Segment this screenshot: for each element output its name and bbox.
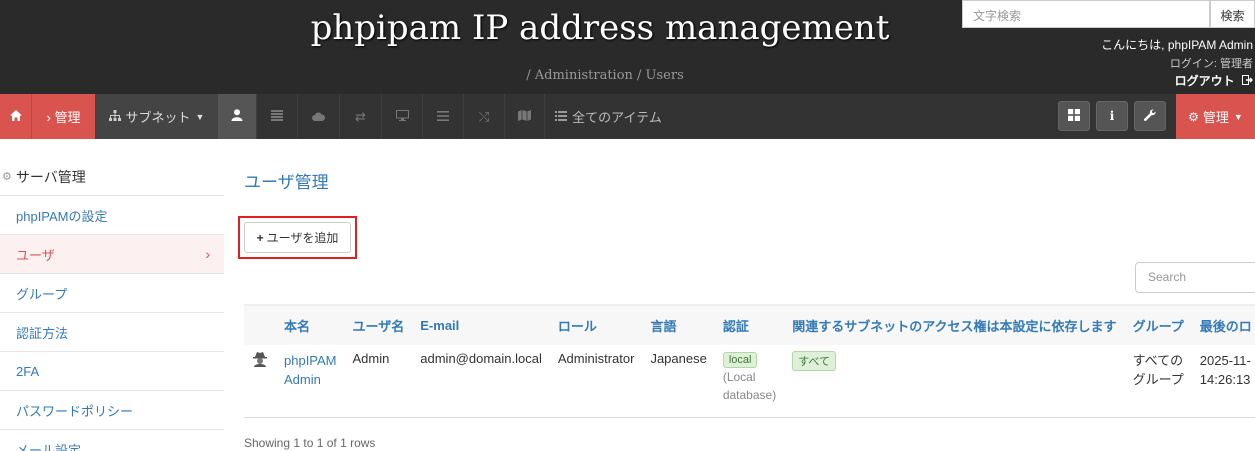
main-navbar: › 管理 サブネット ▼ ⇄ ⤭ 全てのアイテム i ⚙ 管理 ▼ bbox=[0, 94, 1255, 139]
last-login-time: 14:26:13 bbox=[1199, 372, 1251, 387]
nav-users[interactable] bbox=[218, 94, 256, 139]
nav-desktop[interactable] bbox=[381, 94, 422, 139]
auth-cell: local (Local database) bbox=[714, 345, 785, 418]
search-input[interactable]: 文字検索 bbox=[962, 0, 1210, 28]
real-name-cell[interactable]: phpIPAM Admin bbox=[276, 345, 345, 418]
sidebar-item-mail-settings[interactable]: メール設定 bbox=[0, 429, 224, 451]
cloud-icon bbox=[312, 109, 326, 124]
email-cell: admin@domain.local bbox=[412, 345, 550, 418]
nav-all-items[interactable]: 全てのアイテム bbox=[544, 94, 672, 139]
table-row: phpIPAM Admin Admin admin@domain.local A… bbox=[244, 345, 1255, 418]
nav-subnets-label: サブネット bbox=[125, 110, 191, 125]
col-avatar bbox=[244, 304, 276, 345]
col-real-name[interactable]: 本名 bbox=[276, 304, 345, 345]
nav-list[interactable] bbox=[422, 94, 463, 139]
real-name-link[interactable]: phpIPAM bbox=[284, 351, 337, 370]
cog-icon: ⚙ bbox=[1188, 109, 1199, 124]
col-subnet-permissions[interactable]: 関連するサブネットのアクセス権は本設定に依存します bbox=[784, 304, 1125, 345]
caret-down-icon: ▼ bbox=[1233, 111, 1243, 122]
avatar-cell bbox=[244, 345, 276, 418]
nav-admin-crumb[interactable]: › 管理 bbox=[31, 94, 95, 139]
plus-icon: + bbox=[256, 230, 264, 245]
users-table: 本名 ユーザ名 E-mail ロール 言語 認証 関連するサブネットのアクセス権… bbox=[244, 304, 1255, 418]
user-secret-icon bbox=[252, 352, 268, 370]
sidebar-item-settings[interactable]: phpIPAMの設定 bbox=[0, 195, 224, 234]
caret-down-icon: ▼ bbox=[195, 111, 205, 122]
sidebar-title: サーバ管理 bbox=[15, 168, 86, 185]
last-login-date: 2025-11- bbox=[1199, 353, 1251, 368]
sidebar-item-label: ユーザ bbox=[16, 247, 55, 263]
search-button[interactable]: 検索 bbox=[1210, 0, 1255, 28]
logout-link[interactable]: ログアウト bbox=[1175, 72, 1253, 89]
map-icon bbox=[518, 109, 531, 124]
groups-value: すべての bbox=[1132, 353, 1184, 368]
sitemap-icon bbox=[108, 109, 121, 124]
add-user-label: ユーザを追加 bbox=[266, 231, 339, 245]
col-groups[interactable]: グループ bbox=[1124, 304, 1192, 345]
sidebar-item-users[interactable]: ユーザ › bbox=[0, 234, 224, 273]
list-alt-icon bbox=[555, 109, 568, 124]
list-icon bbox=[437, 109, 449, 124]
subnet-perm-badge: すべて bbox=[792, 351, 836, 371]
last-login-cell: 2025-11- 14:26:13 bbox=[1191, 345, 1255, 418]
home-nav[interactable] bbox=[0, 94, 31, 139]
dashboard-button[interactable] bbox=[1058, 101, 1090, 131]
groups-value-line2: グループ bbox=[1132, 372, 1184, 387]
info-button[interactable]: i bbox=[1096, 101, 1128, 131]
col-auth[interactable]: 認証 bbox=[714, 304, 785, 345]
sidebar-item-password-policy[interactable]: パスワードポリシー bbox=[0, 390, 224, 429]
home-icon bbox=[9, 109, 22, 124]
random-icon: ⤭ bbox=[478, 108, 490, 124]
nav-random[interactable]: ⤭ bbox=[463, 94, 504, 139]
auth-detail-line2: database) bbox=[722, 388, 777, 402]
col-username[interactable]: ユーザ名 bbox=[344, 304, 413, 345]
col-last-login[interactable]: 最後のロ bbox=[1191, 304, 1255, 345]
tools-button[interactable] bbox=[1134, 101, 1166, 131]
desktop-icon bbox=[395, 109, 409, 124]
chevron-right-icon: › bbox=[205, 246, 210, 262]
pagination-info: Showing 1 to 1 of 1 rows bbox=[244, 436, 376, 450]
page-title: ユーザ管理 bbox=[244, 173, 329, 192]
user-icon bbox=[231, 109, 243, 124]
sign-out-icon bbox=[1242, 74, 1253, 88]
sidebar-item-auth-methods[interactable]: 認証方法 bbox=[0, 312, 224, 351]
role-cell: Administrator bbox=[549, 345, 643, 418]
add-user-button[interactable]: + ユーザを追加 bbox=[244, 222, 351, 253]
language-cell: Japanese bbox=[642, 345, 715, 418]
sidebar-header: ⚙ サーバ管理 bbox=[0, 158, 224, 195]
real-name-link-line2[interactable]: Admin bbox=[284, 370, 337, 389]
admin-menu[interactable]: ⚙ 管理 ▼ bbox=[1176, 94, 1255, 139]
groups-cell: すべての グループ bbox=[1124, 345, 1192, 418]
user-greeting: こんにちは, phpIPAM Admin bbox=[1101, 38, 1253, 52]
wrench-icon bbox=[1144, 108, 1156, 124]
admin-menu-label: 管理 bbox=[1202, 110, 1229, 125]
login-role: ログイン: 管理者 bbox=[1169, 58, 1253, 70]
table-header-row: 本名 ユーザ名 E-mail ロール 言語 認証 関連するサブネットのアクセス権… bbox=[244, 304, 1255, 345]
cogs-icon: ⚙ bbox=[2, 171, 12, 183]
subnet-perm-cell: すべて bbox=[784, 345, 1125, 418]
nav-subnets[interactable]: サブネット ▼ bbox=[95, 94, 218, 139]
info-icon: i bbox=[1109, 109, 1115, 123]
nav-exchange[interactable]: ⇄ bbox=[339, 94, 381, 139]
logout-label: ログアウト bbox=[1174, 74, 1235, 88]
nav-table[interactable] bbox=[256, 94, 297, 139]
nav-all-items-label: 全てのアイテム bbox=[572, 110, 662, 125]
col-language[interactable]: 言語 bbox=[642, 304, 715, 345]
admin-sidebar: ⚙ サーバ管理 phpIPAMの設定 ユーザ › グループ 認証方法 2FA パ… bbox=[0, 158, 224, 451]
table-search-input[interactable]: Search bbox=[1135, 262, 1255, 293]
breadcrumb: / Administration / Users bbox=[526, 68, 684, 83]
col-email[interactable]: E-mail bbox=[412, 304, 550, 345]
app-header: phpipam IP address management / Administ… bbox=[0, 0, 1255, 94]
sidebar-item-groups[interactable]: グループ bbox=[0, 273, 224, 312]
auth-detail: (Local bbox=[722, 370, 756, 384]
username-cell: Admin bbox=[344, 345, 413, 418]
sidebar-item-2fa[interactable]: 2FA bbox=[0, 351, 224, 390]
nav-cloud[interactable] bbox=[297, 94, 339, 139]
col-role[interactable]: ロール bbox=[549, 304, 643, 345]
nav-map[interactable] bbox=[504, 94, 544, 139]
auth-badge: local bbox=[722, 352, 758, 368]
table-icon bbox=[271, 109, 283, 124]
th-large-icon bbox=[1068, 108, 1080, 124]
exchange-icon: ⇄ bbox=[355, 108, 366, 124]
